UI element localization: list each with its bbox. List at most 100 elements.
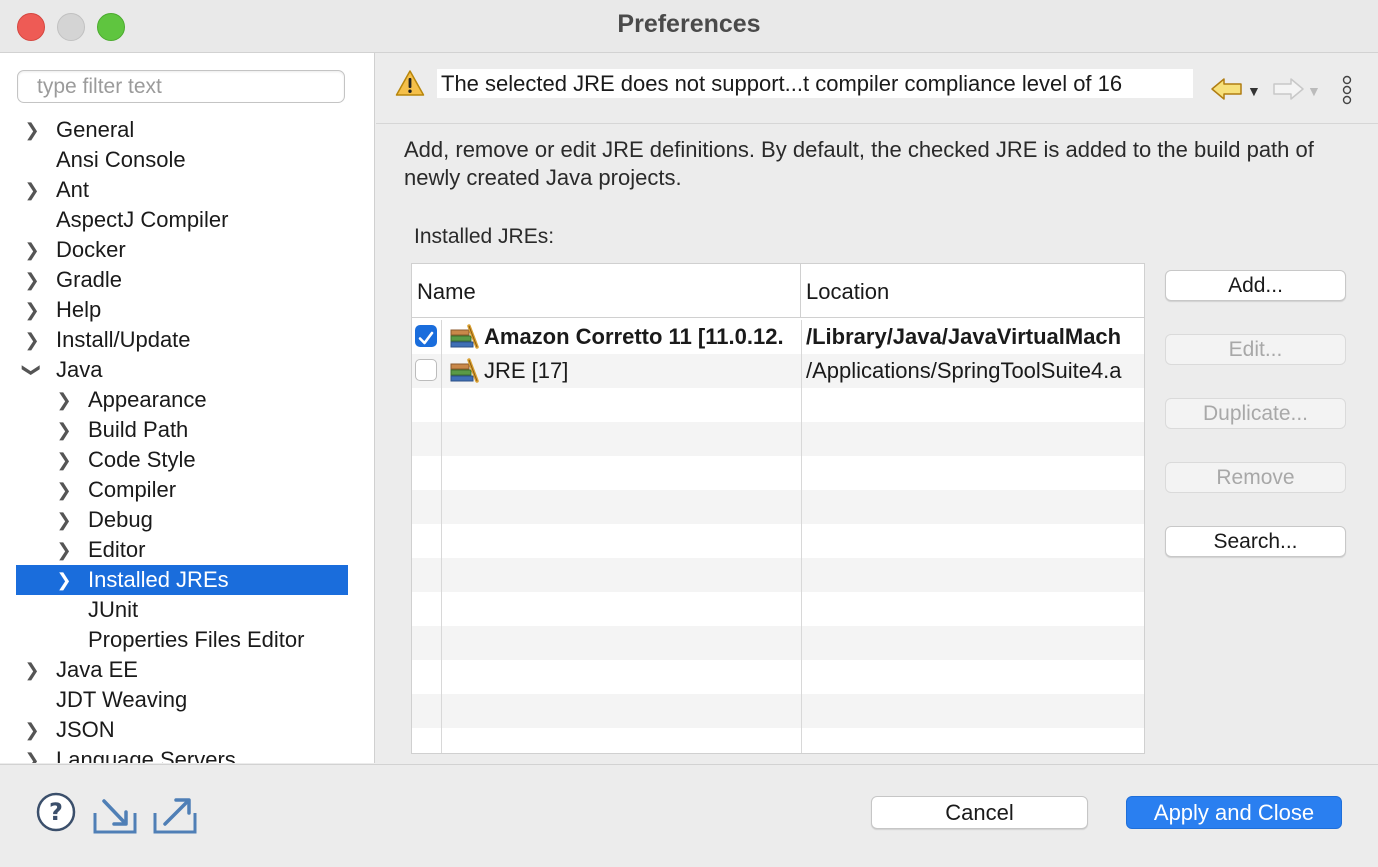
import-icon[interactable] — [92, 795, 138, 840]
tree-item-general[interactable]: ❯ General — [0, 115, 374, 145]
tree-item-installed-jres[interactable]: ❯ Installed JREs — [16, 565, 348, 595]
tree-item-language-servers[interactable]: ❯ Language Servers — [0, 745, 374, 763]
tree-item-jdt-weaving[interactable]: JDT Weaving — [0, 685, 374, 715]
duplicate-jre-button[interactable]: Duplicate... — [1165, 398, 1346, 429]
tree-item-label: Compiler — [88, 477, 177, 502]
chevron-right-icon[interactable]: ❯ — [54, 535, 74, 565]
page-message-bar: The selected JRE does not support...t co… — [376, 53, 1378, 124]
empty-table-row — [412, 456, 1144, 490]
tree-item-json[interactable]: ❯ JSON — [0, 715, 374, 745]
chevron-right-icon[interactable]: ❯ — [22, 295, 42, 325]
tree-item-ansi-console[interactable]: Ansi Console — [0, 145, 374, 175]
chevron-right-icon[interactable]: ❯ — [22, 715, 42, 745]
chevron-right-icon[interactable]: ❯ — [54, 385, 74, 415]
tree-item-label: Build Path — [88, 417, 189, 442]
chevron-down-icon[interactable]: ❯ — [17, 360, 47, 380]
filter-input[interactable]: type filter text — [17, 70, 345, 103]
tree-item-debug[interactable]: ❯ Debug — [0, 505, 374, 535]
jre-default-checkbox[interactable] — [415, 359, 437, 381]
search-jre-button[interactable]: Search... — [1165, 526, 1346, 557]
tree-item-compiler[interactable]: ❯ Compiler — [0, 475, 374, 505]
tree-item-ant[interactable]: ❯ Ant — [0, 175, 374, 205]
chevron-right-icon[interactable]: ❯ — [22, 655, 42, 685]
tree-item-code-style[interactable]: ❯ Code Style — [0, 445, 374, 475]
tree-item-gradle[interactable]: ❯ Gradle — [0, 265, 374, 295]
empty-table-row — [412, 728, 1144, 753]
chevron-right-icon[interactable]: ❯ — [22, 235, 42, 265]
tree-item-label: Ant — [56, 177, 90, 202]
dialog-footer: ? Cancel Apply and Close — [0, 764, 1378, 867]
warning-message: The selected JRE does not support...t co… — [437, 69, 1193, 98]
chevron-right-icon[interactable]: ❯ — [22, 175, 42, 205]
tree-item-editor[interactable]: ❯ Editor — [0, 535, 374, 565]
chevron-right-icon[interactable]: ❯ — [54, 445, 74, 475]
chevron-right-icon[interactable]: ❯ — [22, 325, 42, 355]
tree-item-label: Java — [56, 357, 103, 382]
tree-item-aspectj-compiler[interactable]: AspectJ Compiler — [0, 205, 374, 235]
preference-tree: ❯ General Ansi Console ❯ Ant AspectJ Com… — [0, 115, 374, 763]
chevron-right-icon[interactable]: ❯ — [54, 415, 74, 445]
page-description: Add, remove or edit JRE definitions. By … — [404, 137, 1314, 190]
tree-item-label: General — [56, 117, 135, 142]
back-dropdown-icon[interactable]: ▼ — [1247, 83, 1261, 99]
empty-table-row — [412, 558, 1144, 592]
forward-arrow-icon[interactable] — [1271, 77, 1305, 106]
jre-library-icon — [449, 358, 479, 388]
apply-and-close-button[interactable]: Apply and Close — [1126, 796, 1342, 829]
jre-default-checkbox[interactable] — [415, 325, 437, 347]
jre-table-rows: Amazon Corretto 11 [11.0.12. /Library/Ja… — [412, 320, 1144, 753]
tree-item-label: JDT Weaving — [56, 687, 188, 712]
tree-item-build-path[interactable]: ❯ Build Path — [0, 415, 374, 445]
tree-item-help[interactable]: ❯ Help — [0, 295, 374, 325]
remove-jre-button[interactable]: Remove — [1165, 462, 1346, 493]
tree-item-java-ee[interactable]: ❯ Java EE — [0, 655, 374, 685]
chevron-right-icon[interactable]: ❯ — [54, 505, 74, 535]
jre-location: /Applications/SpringToolSuite4.a — [806, 358, 1122, 383]
tree-item-label: Code Style — [88, 447, 196, 472]
cancel-button[interactable]: Cancel — [871, 796, 1088, 829]
chevron-right-icon[interactable]: ❯ — [54, 565, 74, 595]
table-row[interactable]: JRE [17] /Applications/SpringToolSuite4.… — [412, 354, 1144, 388]
chevron-right-icon[interactable]: ❯ — [22, 115, 42, 145]
help-icon[interactable]: ? — [36, 792, 76, 837]
table-row[interactable]: Amazon Corretto 11 [11.0.12. /Library/Ja… — [412, 320, 1144, 354]
tree-item-appearance[interactable]: ❯ Appearance — [0, 385, 374, 415]
warning-icon — [395, 69, 425, 102]
back-arrow-icon[interactable] — [1210, 77, 1244, 106]
column-header-location[interactable]: Location — [801, 264, 1144, 318]
empty-table-row — [412, 490, 1144, 524]
tree-item-label: Installed JREs — [88, 567, 229, 592]
tree-item-label: Language Servers — [56, 747, 236, 763]
svg-text:?: ? — [49, 798, 63, 826]
tree-item-junit[interactable]: JUnit — [0, 595, 374, 625]
empty-table-row — [412, 388, 1144, 422]
window-title: Preferences — [617, 10, 761, 38]
jre-table[interactable]: Name Location Amazon Corretto 11 [11.0.1… — [411, 263, 1145, 754]
edit-jre-button[interactable]: Edit... — [1165, 334, 1346, 365]
chevron-right-icon[interactable]: ❯ — [54, 475, 74, 505]
chevron-right-icon[interactable]: ❯ — [22, 265, 42, 295]
tree-item-label: Docker — [56, 237, 126, 262]
tree-item-label: Properties Files Editor — [88, 627, 305, 652]
tree-item-label: AspectJ Compiler — [56, 207, 229, 232]
export-icon[interactable] — [152, 793, 198, 840]
jre-library-icon — [449, 324, 479, 354]
jre-location: /Library/Java/JavaVirtualMach — [806, 324, 1122, 349]
installed-jres-label: Installed JREs: — [414, 225, 555, 248]
tree-item-install-update[interactable]: ❯ Install/Update — [0, 325, 374, 355]
add-jre-button[interactable]: Add... — [1165, 270, 1346, 301]
tree-item-properties-files-editor[interactable]: Properties Files Editor — [0, 625, 374, 655]
preference-tree-panel: type filter text ❯ General Ansi Console … — [0, 53, 375, 763]
tree-item-label: Appearance — [88, 387, 207, 412]
tree-item-label: Ansi Console — [56, 147, 186, 172]
forward-dropdown-icon[interactable]: ▼ — [1307, 83, 1321, 99]
empty-table-row — [412, 422, 1144, 456]
tree-item-label: JUnit — [88, 597, 139, 622]
tree-item-java[interactable]: ❯ Java — [0, 355, 374, 385]
empty-table-row — [412, 524, 1144, 558]
tree-item-label: Help — [56, 297, 102, 322]
chevron-right-icon[interactable]: ❯ — [22, 745, 42, 763]
tree-item-docker[interactable]: ❯ Docker — [0, 235, 374, 265]
view-menu-icon[interactable] — [1340, 75, 1354, 110]
column-header-name[interactable]: Name — [412, 264, 801, 318]
